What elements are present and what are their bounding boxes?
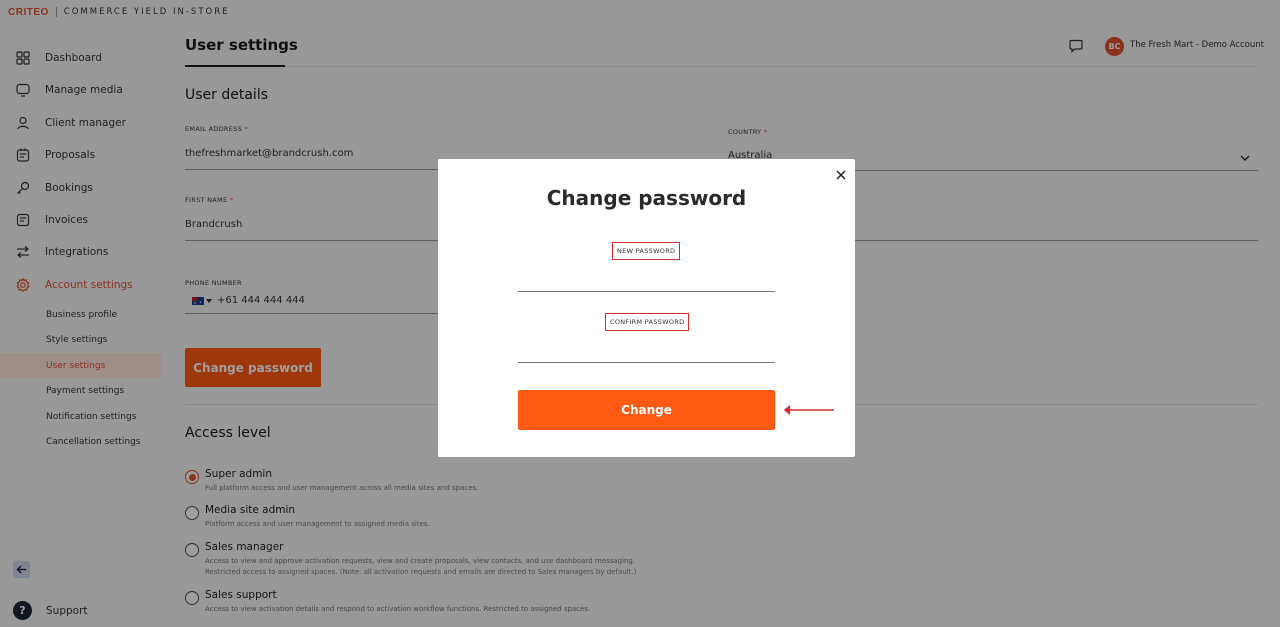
dialog-title: Change password [546,186,747,210]
close-icon[interactable] [834,168,848,182]
confirm-password-label: CONFIRM PASSWORD [605,313,690,331]
change-button[interactable]: Change [518,390,775,430]
confirm-password-input[interactable] [518,341,775,363]
annotation-arrow-icon [783,404,835,418]
change-password-dialog: Change password NEW PASSWORD CONFIRM PAS… [438,159,855,457]
new-password-input[interactable] [518,270,775,292]
new-password-label: NEW PASSWORD [612,242,681,260]
